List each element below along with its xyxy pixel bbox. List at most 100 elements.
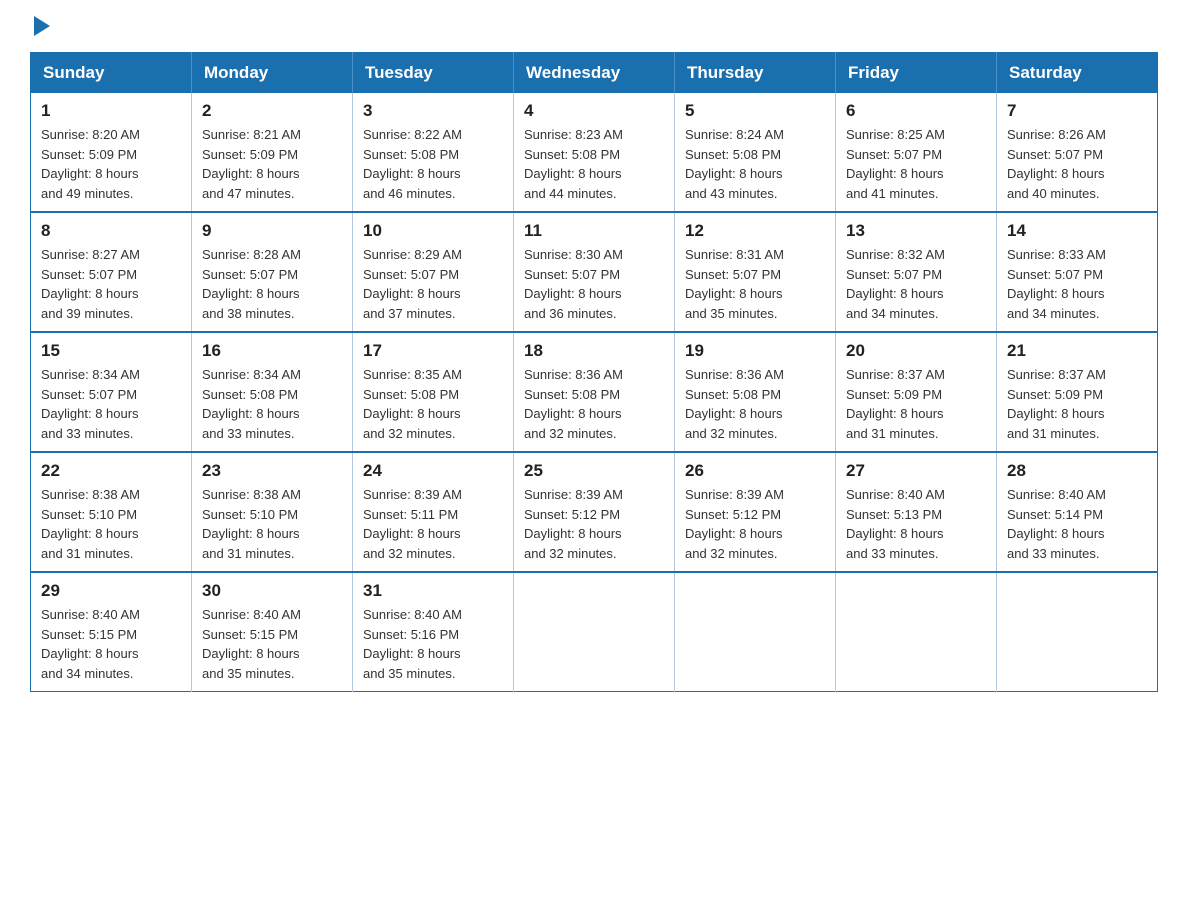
day-number: 19 xyxy=(685,341,825,361)
day-number: 26 xyxy=(685,461,825,481)
day-cell-4: 4Sunrise: 8:23 AMSunset: 5:08 PMDaylight… xyxy=(514,93,675,212)
day-info: Sunrise: 8:40 AMSunset: 5:16 PMDaylight:… xyxy=(363,605,503,683)
header-cell-sunday: Sunday xyxy=(31,53,192,94)
day-number: 8 xyxy=(41,221,181,241)
day-info: Sunrise: 8:40 AMSunset: 5:13 PMDaylight:… xyxy=(846,485,986,563)
day-cell-3: 3 Sunrise: 8:22 AMSunset: 5:08 PMDaylight… xyxy=(353,93,514,212)
day-number: 3 xyxy=(363,101,503,121)
header-row: SundayMondayTuesdayWednesdayThursdayFrid… xyxy=(31,53,1158,94)
day-info: Sunrise: 8:20 AMSunset: 5:09 PMDaylight:… xyxy=(41,125,181,203)
day-number: 28 xyxy=(1007,461,1147,481)
day-info: Sunrise: 8:40 AMSunset: 5:14 PMDaylight:… xyxy=(1007,485,1147,563)
day-number: 13 xyxy=(846,221,986,241)
day-cell-20: 20 Sunrise: 8:37 AMSunset: 5:09 PMDayligh… xyxy=(836,332,997,452)
header-cell-wednesday: Wednesday xyxy=(514,53,675,94)
day-number: 9 xyxy=(202,221,342,241)
day-number: 23 xyxy=(202,461,342,481)
day-number: 6 xyxy=(846,101,986,121)
day-number: 1 xyxy=(41,101,181,121)
day-cell-29: 29 Sunrise: 8:40 AMSunset: 5:15 PMDayligh… xyxy=(31,572,192,692)
day-info: Sunrise: 8:32 AMSunset: 5:07 PMDaylight:… xyxy=(846,245,986,323)
day-info: Sunrise: 8:36 AMSunset: 5:08 PMDaylight:… xyxy=(685,365,825,443)
day-info: Sunrise: 8:27 AMSunset: 5:07 PMDaylight:… xyxy=(41,245,181,323)
day-info: Sunrise: 8:39 AMSunset: 5:12 PMDaylight:… xyxy=(685,485,825,563)
day-info: Sunrise: 8:34 AMSunset: 5:08 PMDaylight:… xyxy=(202,365,342,443)
day-info: Sunrise: 8:37 AMSunset: 5:09 PMDaylight:… xyxy=(846,365,986,443)
day-number: 29 xyxy=(41,581,181,601)
header-cell-saturday: Saturday xyxy=(997,53,1158,94)
day-number: 12 xyxy=(685,221,825,241)
day-cell-31: 31 Sunrise: 8:40 AMSunset: 5:16 PMDayligh… xyxy=(353,572,514,692)
day-info: Sunrise: 8:24 AMSunset: 5:08 PMDaylight:… xyxy=(685,125,825,203)
day-cell-14: 14Sunrise: 8:33 AMSunset: 5:07 PMDayligh… xyxy=(997,212,1158,332)
day-number: 11 xyxy=(524,221,664,241)
day-number: 31 xyxy=(363,581,503,601)
page-header xyxy=(30,20,1158,32)
day-info: Sunrise: 8:35 AMSunset: 5:08 PMDaylight:… xyxy=(363,365,503,443)
day-cell-9: 9 Sunrise: 8:28 AMSunset: 5:07 PMDaylight… xyxy=(192,212,353,332)
header-cell-tuesday: Tuesday xyxy=(353,53,514,94)
day-cell-15: 15 Sunrise: 8:34 AMSunset: 5:07 PMDayligh… xyxy=(31,332,192,452)
day-cell-5: 5 Sunrise: 8:24 AMSunset: 5:08 PMDaylight… xyxy=(675,93,836,212)
day-cell-27: 27 Sunrise: 8:40 AMSunset: 5:13 PMDayligh… xyxy=(836,452,997,572)
day-cell-7: 7Sunrise: 8:26 AMSunset: 5:07 PMDaylight… xyxy=(997,93,1158,212)
day-cell-6: 6 Sunrise: 8:25 AMSunset: 5:07 PMDaylight… xyxy=(836,93,997,212)
day-cell-21: 21 Sunrise: 8:37 AMSunset: 5:09 PMDayligh… xyxy=(997,332,1158,452)
day-cell-16: 16 Sunrise: 8:34 AMSunset: 5:08 PMDayligh… xyxy=(192,332,353,452)
day-number: 17 xyxy=(363,341,503,361)
empty-cell xyxy=(514,572,675,692)
day-info: Sunrise: 8:37 AMSunset: 5:09 PMDaylight:… xyxy=(1007,365,1147,443)
day-info: Sunrise: 8:38 AMSunset: 5:10 PMDaylight:… xyxy=(202,485,342,563)
day-number: 20 xyxy=(846,341,986,361)
day-info: Sunrise: 8:39 AMSunset: 5:12 PMDaylight:… xyxy=(524,485,664,563)
calendar-body: 1 Sunrise: 8:20 AMSunset: 5:09 PMDaylight… xyxy=(31,93,1158,692)
day-cell-17: 17 Sunrise: 8:35 AMSunset: 5:08 PMDayligh… xyxy=(353,332,514,452)
day-info: Sunrise: 8:28 AMSunset: 5:07 PMDaylight:… xyxy=(202,245,342,323)
logo xyxy=(30,20,50,32)
day-info: Sunrise: 8:40 AMSunset: 5:15 PMDaylight:… xyxy=(202,605,342,683)
day-info: Sunrise: 8:39 AMSunset: 5:11 PMDaylight:… xyxy=(363,485,503,563)
day-number: 15 xyxy=(41,341,181,361)
day-cell-26: 26 Sunrise: 8:39 AMSunset: 5:12 PMDayligh… xyxy=(675,452,836,572)
day-info: Sunrise: 8:40 AMSunset: 5:15 PMDaylight:… xyxy=(41,605,181,683)
day-number: 22 xyxy=(41,461,181,481)
week-row-4: 22 Sunrise: 8:38 AMSunset: 5:10 PMDayligh… xyxy=(31,452,1158,572)
day-info: Sunrise: 8:34 AMSunset: 5:07 PMDaylight:… xyxy=(41,365,181,443)
day-cell-1: 1 Sunrise: 8:20 AMSunset: 5:09 PMDaylight… xyxy=(31,93,192,212)
day-info: Sunrise: 8:31 AMSunset: 5:07 PMDaylight:… xyxy=(685,245,825,323)
day-cell-25: 25Sunrise: 8:39 AMSunset: 5:12 PMDayligh… xyxy=(514,452,675,572)
day-number: 5 xyxy=(685,101,825,121)
day-info: Sunrise: 8:29 AMSunset: 5:07 PMDaylight:… xyxy=(363,245,503,323)
day-number: 10 xyxy=(363,221,503,241)
day-number: 7 xyxy=(1007,101,1147,121)
week-row-2: 8 Sunrise: 8:27 AMSunset: 5:07 PMDaylight… xyxy=(31,212,1158,332)
day-cell-11: 11 Sunrise: 8:30 AMSunset: 5:07 PMDayligh… xyxy=(514,212,675,332)
day-cell-12: 12 Sunrise: 8:31 AMSunset: 5:07 PMDayligh… xyxy=(675,212,836,332)
day-number: 2 xyxy=(202,101,342,121)
day-info: Sunrise: 8:22 AMSunset: 5:08 PMDaylight:… xyxy=(363,125,503,203)
calendar-table: SundayMondayTuesdayWednesdayThursdayFrid… xyxy=(30,52,1158,692)
header-cell-thursday: Thursday xyxy=(675,53,836,94)
day-info: Sunrise: 8:38 AMSunset: 5:10 PMDaylight:… xyxy=(41,485,181,563)
day-info: Sunrise: 8:25 AMSunset: 5:07 PMDaylight:… xyxy=(846,125,986,203)
empty-cell xyxy=(997,572,1158,692)
day-cell-19: 19 Sunrise: 8:36 AMSunset: 5:08 PMDayligh… xyxy=(675,332,836,452)
day-number: 27 xyxy=(846,461,986,481)
empty-cell xyxy=(675,572,836,692)
day-cell-23: 23 Sunrise: 8:38 AMSunset: 5:10 PMDayligh… xyxy=(192,452,353,572)
empty-cell xyxy=(836,572,997,692)
day-number: 4 xyxy=(524,101,664,121)
day-cell-10: 10 Sunrise: 8:29 AMSunset: 5:07 PMDayligh… xyxy=(353,212,514,332)
day-number: 21 xyxy=(1007,341,1147,361)
day-number: 30 xyxy=(202,581,342,601)
day-cell-22: 22 Sunrise: 8:38 AMSunset: 5:10 PMDayligh… xyxy=(31,452,192,572)
day-cell-24: 24 Sunrise: 8:39 AMSunset: 5:11 PMDayligh… xyxy=(353,452,514,572)
logo-triangle-icon xyxy=(34,16,50,36)
day-info: Sunrise: 8:30 AMSunset: 5:07 PMDaylight:… xyxy=(524,245,664,323)
week-row-3: 15 Sunrise: 8:34 AMSunset: 5:07 PMDayligh… xyxy=(31,332,1158,452)
day-number: 24 xyxy=(363,461,503,481)
day-number: 16 xyxy=(202,341,342,361)
day-number: 18 xyxy=(524,341,664,361)
day-cell-2: 2Sunrise: 8:21 AMSunset: 5:09 PMDaylight… xyxy=(192,93,353,212)
header-cell-friday: Friday xyxy=(836,53,997,94)
